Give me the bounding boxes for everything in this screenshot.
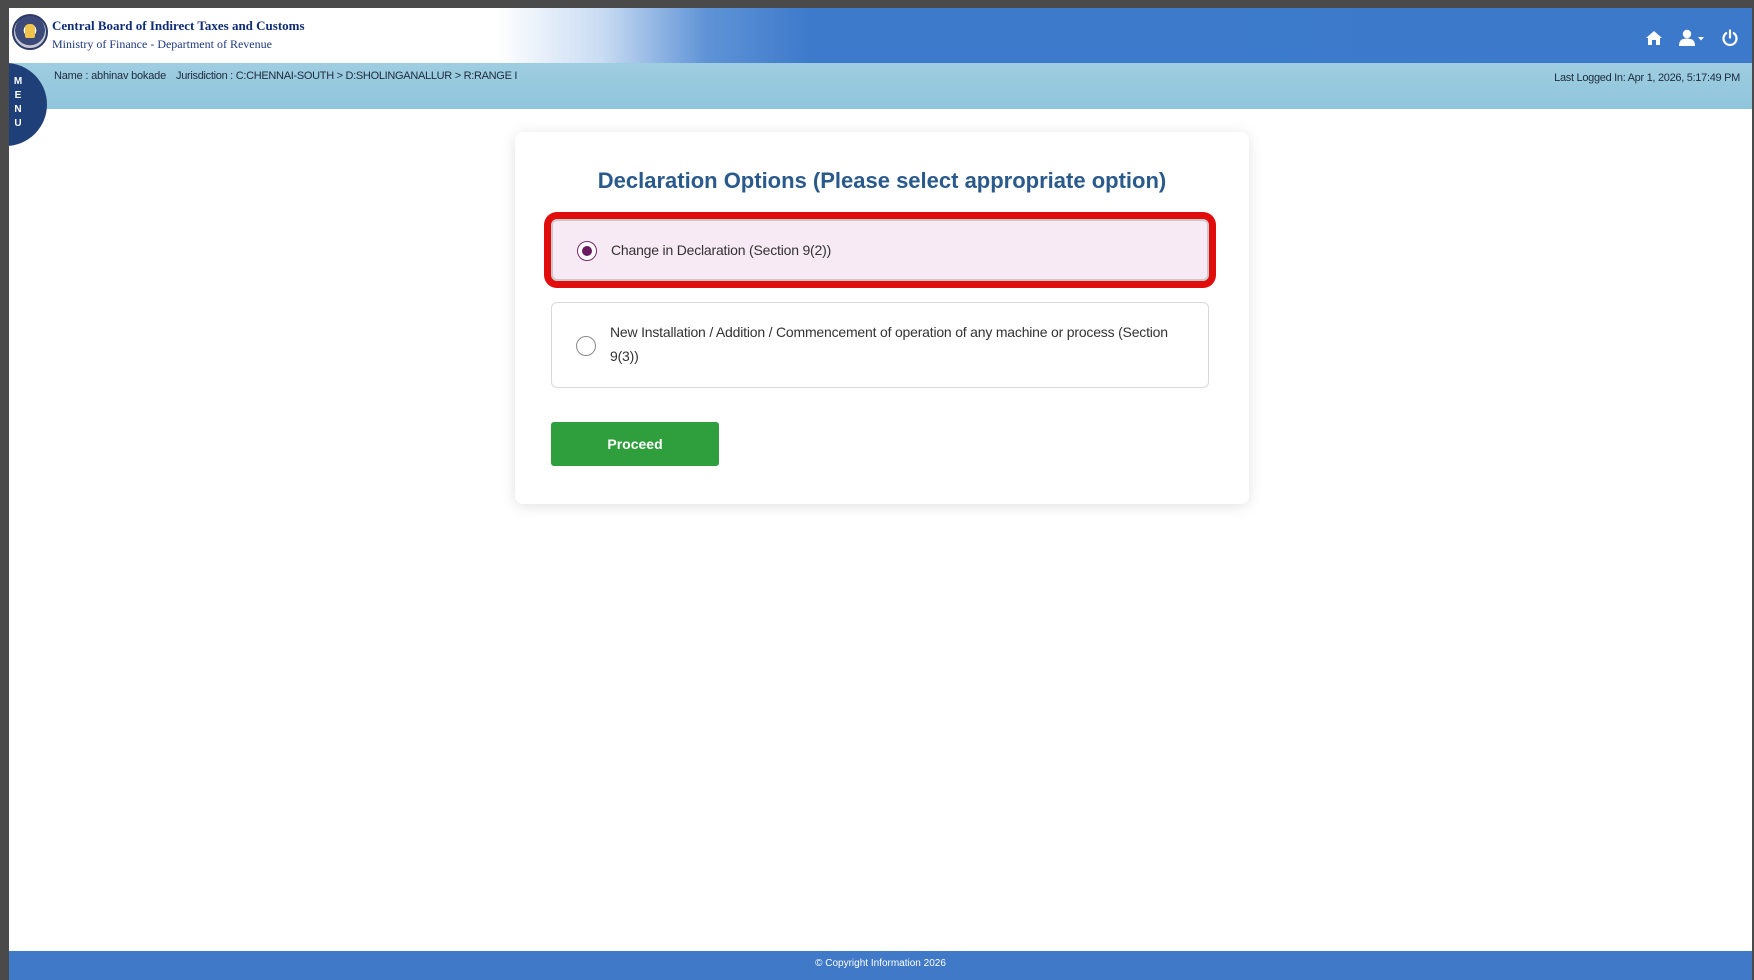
org-title: Central Board of Indirect Taxes and Cust… (52, 18, 305, 33)
last-logged-in: Last Logged In: Apr 1, 2026, 5:17:49 PM (1554, 72, 1740, 84)
option-new-installation[interactable]: New Installation / Addition / Commenceme… (551, 302, 1209, 388)
radio-change-in-declaration[interactable] (577, 241, 597, 261)
jurisdiction: Jurisdiction : C:CHENNAI-SOUTH > D:SHOLI… (176, 70, 518, 82)
user-icon[interactable] (1678, 28, 1706, 48)
power-icon[interactable] (1720, 28, 1740, 48)
cbic-emblem-logo (12, 14, 48, 50)
card-title: Declaration Options (Please select appro… (597, 168, 1167, 193)
option-label: Change in Declaration (Section 9(2)) (611, 242, 832, 258)
top-header: Central Board of Indirect Taxes and Cust… (9, 8, 1752, 63)
menu-label: MENU (13, 76, 23, 129)
user-info-bar: Name : abhinav bokade Jurisdiction : C:C… (9, 63, 1752, 109)
user-name: Name : abhinav bokade (54, 70, 166, 82)
header-icons (1644, 28, 1740, 48)
app-window: Central Board of Indirect Taxes and Cust… (0, 0, 1754, 980)
footer: © Copyright Information 2026 (9, 951, 1752, 980)
option-label: New Installation / Addition / Commenceme… (610, 324, 1168, 364)
home-icon[interactable] (1644, 28, 1664, 48)
org-subtitle: Ministry of Finance - Department of Reve… (52, 37, 272, 51)
proceed-button[interactable]: Proceed (551, 422, 719, 466)
radio-selected-dot (582, 246, 592, 256)
radio-new-installation[interactable] (576, 336, 596, 356)
copyright-text: © Copyright Information 2026 (815, 958, 946, 969)
option-change-in-declaration[interactable]: Change in Declaration (Section 9(2)) (551, 219, 1209, 281)
declaration-options-card: Declaration Options (Please select appro… (515, 132, 1249, 504)
